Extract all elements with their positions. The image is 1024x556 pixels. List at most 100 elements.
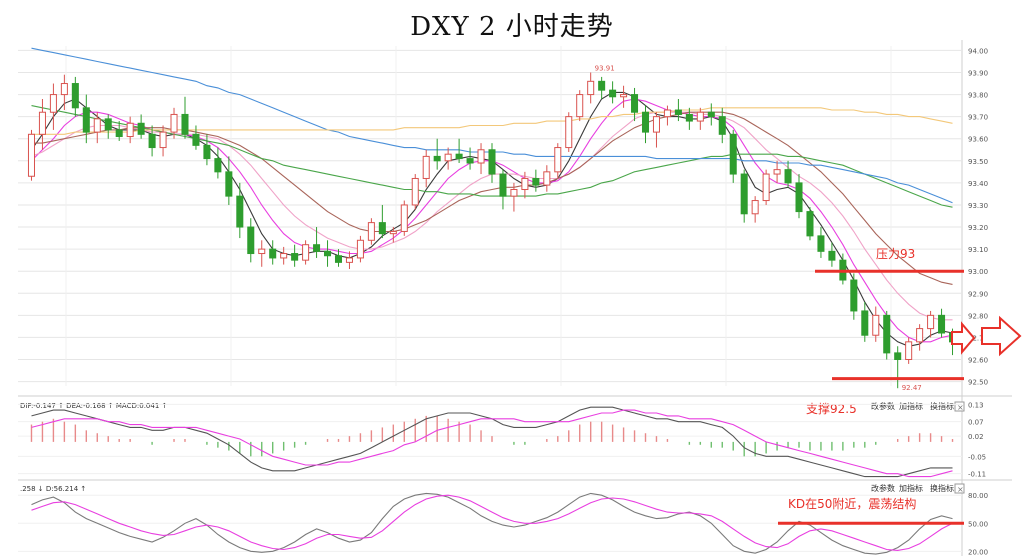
kd-tick-label: 50.00 <box>968 520 988 528</box>
candle-body <box>60 83 68 96</box>
candle-body <box>367 222 375 241</box>
candle-body <box>565 116 573 149</box>
price-tick-label: 93.20 <box>968 224 988 232</box>
candle-body <box>334 255 343 263</box>
resistance-label: 压力93 <box>876 247 915 261</box>
candle-body <box>27 133 35 177</box>
macd-panel-button[interactable]: 改参数 <box>871 401 895 411</box>
candle-body <box>554 147 562 173</box>
macd-dif-line <box>31 406 953 478</box>
candle-body <box>729 133 737 175</box>
chart-canvas: 94.00 93.90 93.80 93.70 93.60 93.50 93.40 93.30… <box>18 40 1022 556</box>
candle-body <box>927 314 935 330</box>
candle-body <box>214 158 222 173</box>
macd-panel-button[interactable]: 换指标 <box>930 401 954 411</box>
candle-body <box>192 133 200 146</box>
macd-header: DIF:-0.147 ↑ DEA:-0.168 ↑ MACD:0.041 ↑ <box>20 402 167 410</box>
candle-body <box>499 173 507 197</box>
candle-body <box>685 113 693 122</box>
price-tick-label: 93.40 <box>968 180 988 188</box>
kd-annotation: KD在50附近，震荡结构 <box>788 496 916 511</box>
candle-body <box>784 169 792 184</box>
candle-body <box>400 204 408 232</box>
candle-body <box>532 177 540 186</box>
macd-tick-label: 0.13 <box>968 401 984 409</box>
candle-body <box>203 144 211 160</box>
candle-body <box>773 169 781 175</box>
price-tick-label: 93.50 <box>968 158 988 166</box>
candle-body <box>806 211 814 237</box>
candle-body <box>422 155 430 179</box>
candle-body <box>93 118 101 133</box>
candle-body <box>313 244 321 252</box>
candle-body <box>82 107 90 133</box>
macd-dea-line <box>31 409 953 478</box>
candle-body <box>916 328 924 343</box>
price-tick-label: 93.10 <box>968 246 988 254</box>
candle-body <box>433 155 441 162</box>
price-tick-label: 93.70 <box>968 114 988 122</box>
candle-body <box>521 177 529 191</box>
macd-tick-label: 0.02 <box>968 433 984 441</box>
right-arrow-icon <box>951 321 976 355</box>
candle-body <box>269 248 277 259</box>
candle-body <box>225 171 233 197</box>
price-tick-label: 93.80 <box>968 92 988 100</box>
candle-body <box>148 133 156 149</box>
candle-body <box>389 230 397 235</box>
candle-body <box>861 310 869 336</box>
candle-body <box>828 250 836 261</box>
candle-body <box>104 118 112 131</box>
candle-body <box>126 122 134 138</box>
candle-body <box>894 352 902 361</box>
candle-body <box>850 279 858 312</box>
candle-body <box>291 253 299 261</box>
candle-body <box>247 226 255 255</box>
candle-body <box>718 116 726 135</box>
price-tick-label: 93.00 <box>968 268 988 276</box>
chart-root: DXY 2 小时走势 94.00 93.90 93.80 93.70 93.60 93.5… <box>0 0 1024 556</box>
candle-body <box>696 111 704 122</box>
kd-panel-button[interactable]: 加指标 <box>899 483 923 493</box>
candle-body <box>641 111 650 133</box>
candle-body <box>466 158 474 164</box>
candle-body <box>280 253 288 259</box>
close-icon-glyph: × <box>957 485 964 494</box>
kd-header: .258 ↓ D:56.214 ↑ <box>20 485 86 493</box>
price-tick-label: 93.60 <box>968 136 988 144</box>
candle-body <box>510 189 518 197</box>
candle-body <box>411 177 419 206</box>
macd-panel-button[interactable]: 加指标 <box>899 401 923 411</box>
candle-body <box>751 200 759 215</box>
candle-body <box>345 257 353 263</box>
candle-body <box>159 131 167 149</box>
kd-panel-button[interactable]: 改参数 <box>871 483 895 493</box>
high-price-label: 93.91 <box>595 64 615 72</box>
macd-tick-label: 0.07 <box>968 419 984 427</box>
candle-body <box>38 111 46 135</box>
price-tick-label: 93.30 <box>968 202 988 210</box>
moving-average-line <box>31 107 953 135</box>
candle-body <box>170 113 178 133</box>
kd-panel-button[interactable]: 换指标 <box>930 483 954 493</box>
candle-body <box>137 122 145 135</box>
candle-body <box>115 129 123 138</box>
candle-body <box>652 116 660 133</box>
candle-body <box>938 314 946 334</box>
candle-body <box>872 314 880 336</box>
candle-body <box>598 80 606 91</box>
candle-body <box>631 94 639 113</box>
kd-tick-label: 80.00 <box>968 492 988 500</box>
candle-body <box>236 195 244 228</box>
candle-body <box>444 153 452 162</box>
low-price-label: 92.47 <box>902 384 922 392</box>
candle-body <box>795 182 803 213</box>
candle-body <box>356 239 364 259</box>
candle-body <box>609 89 617 98</box>
candle-body <box>817 235 825 252</box>
moving-average-line <box>31 111 953 285</box>
candle-body <box>620 94 628 98</box>
candle-body <box>543 171 551 186</box>
candle-body <box>324 250 332 257</box>
price-tick-label: 92.60 <box>968 357 988 365</box>
